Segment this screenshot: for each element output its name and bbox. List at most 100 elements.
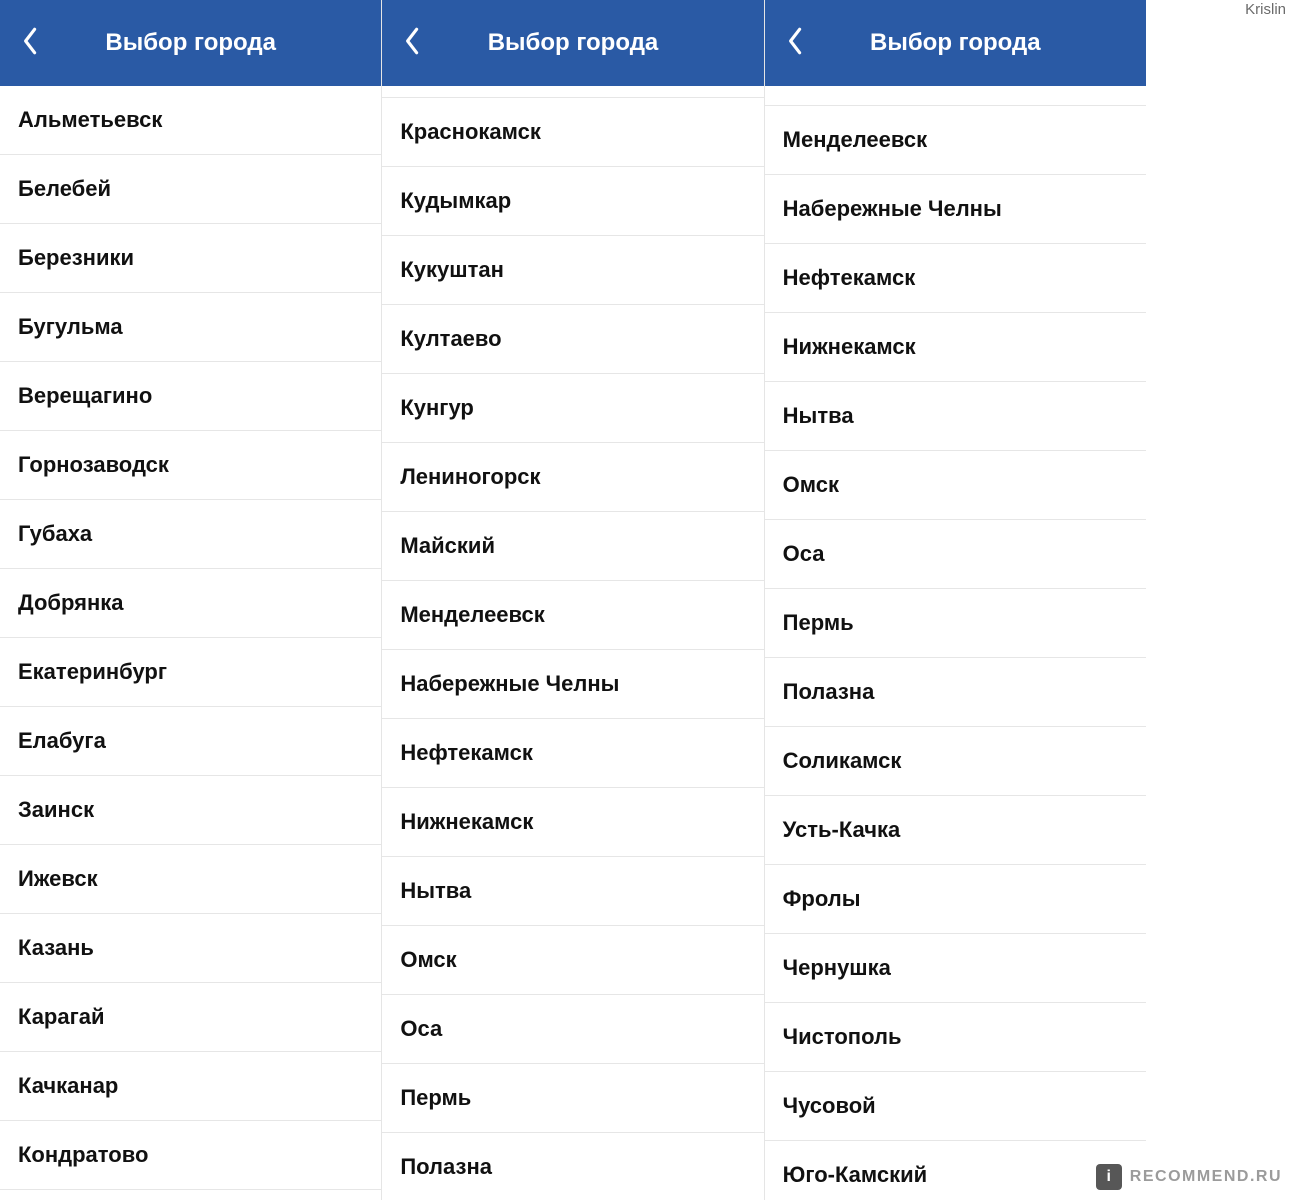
list-item[interactable]: Верещагино	[0, 362, 381, 431]
list-item[interactable]: Елабуга	[0, 707, 381, 776]
city-name: Нефтекамск	[783, 265, 916, 291]
list-item[interactable]: Фролы	[765, 865, 1146, 934]
city-name: Култаево	[400, 326, 501, 352]
watermark-site-text: RECOMMEND.RU	[1130, 1168, 1282, 1186]
city-name: Полазна	[783, 679, 875, 705]
list-item[interactable]: Казань	[0, 914, 381, 983]
list-item[interactable]: Усть-Качка	[765, 796, 1146, 865]
navbar-title: Выбор города	[870, 29, 1041, 57]
back-button[interactable]	[390, 0, 436, 86]
city-name: Нижнекамск	[400, 809, 533, 835]
list-item[interactable]: Оса	[765, 520, 1146, 589]
watermark-user: Krislin	[1245, 1, 1286, 18]
list-item[interactable]: Кунгур	[382, 374, 763, 443]
city-name: Верещагино	[18, 383, 152, 409]
city-name: Горнозаводск	[18, 452, 169, 478]
city-name: Белебей	[18, 176, 111, 202]
city-name: Качканар	[18, 1073, 118, 1099]
list-item[interactable]: Чистополь	[765, 1003, 1146, 1072]
city-name: Ижевск	[18, 866, 98, 892]
list-item-partial[interactable]	[382, 86, 763, 98]
list-item[interactable]: Менделеевск	[382, 581, 763, 650]
city-name: Кудымкар	[400, 188, 511, 214]
list-item[interactable]: Добрянка	[0, 569, 381, 638]
city-name: Оса	[400, 1016, 442, 1042]
city-list[interactable]: Менделеевск Набережные Челны Нефтекамск …	[765, 86, 1146, 1200]
list-item[interactable]: Чусовой	[765, 1072, 1146, 1141]
list-item[interactable]: Култаево	[382, 305, 763, 374]
list-item[interactable]: Лениногорск	[382, 443, 763, 512]
navbar-title: Выбор города	[105, 29, 276, 57]
city-name: Березники	[18, 245, 134, 271]
city-name: Усть-Качка	[783, 817, 901, 843]
city-name: Нефтекамск	[400, 740, 533, 766]
back-button[interactable]	[773, 0, 819, 86]
city-name: Казань	[18, 935, 94, 961]
list-item[interactable]: Губаха	[0, 500, 381, 569]
city-name: Юго-Камский	[783, 1162, 928, 1188]
list-item[interactable]: Качканар	[0, 1052, 381, 1121]
list-item[interactable]: Белебей	[0, 155, 381, 224]
list-item[interactable]: Нефтекамск	[382, 719, 763, 788]
city-name: Чернушка	[783, 955, 891, 981]
list-item[interactable]: Нытва	[382, 857, 763, 926]
list-item[interactable]: Нижнекамск	[765, 313, 1146, 382]
city-name: Бугульма	[18, 314, 123, 340]
list-item[interactable]: Нижнекамск	[382, 788, 763, 857]
city-list[interactable]: Краснокамск Кудымкар Кукуштан Култаево К…	[382, 86, 763, 1200]
list-item[interactable]: Соликамск	[765, 727, 1146, 796]
list-item[interactable]: Кудымкар	[382, 167, 763, 236]
list-item[interactable]: Майский	[382, 512, 763, 581]
list-item[interactable]: Менделеевск	[765, 106, 1146, 175]
city-name: Заинск	[18, 797, 94, 823]
city-name: Омск	[783, 472, 839, 498]
city-name: Кукуштан	[400, 257, 504, 283]
chevron-left-icon	[404, 26, 422, 61]
city-name: Кунгур	[400, 395, 474, 421]
city-name: Полазна	[400, 1154, 492, 1180]
city-name: Менделеевск	[783, 127, 927, 153]
chevron-left-icon	[22, 26, 40, 61]
list-item[interactable]: Чернушка	[765, 934, 1146, 1003]
city-name: Елабуга	[18, 728, 106, 754]
list-item[interactable]: Заинск	[0, 776, 381, 845]
city-name: Нытва	[400, 878, 471, 904]
screen-1: Выбор города Альметьевск Белебей Березни…	[0, 0, 382, 1200]
city-name: Омск	[400, 947, 456, 973]
list-item[interactable]: Пермь	[765, 589, 1146, 658]
city-list[interactable]: Альметьевск Белебей Березники Бугульма В…	[0, 86, 381, 1200]
list-item[interactable]: Омск	[765, 451, 1146, 520]
back-button[interactable]	[8, 0, 54, 86]
list-item[interactable]: Ижевск	[0, 845, 381, 914]
list-item[interactable]: Оса	[382, 995, 763, 1064]
list-item[interactable]: Бугульма	[0, 293, 381, 362]
list-item[interactable]: Набережные Челны	[765, 175, 1146, 244]
city-name: Менделеевск	[400, 602, 544, 628]
city-name: Фролы	[783, 886, 861, 912]
city-name: Оса	[783, 541, 825, 567]
navbar: Выбор города	[0, 0, 381, 86]
city-name: Майский	[400, 533, 495, 559]
list-item[interactable]: Горнозаводск	[0, 431, 381, 500]
list-item[interactable]: Краснокамск	[382, 98, 763, 167]
list-item[interactable]: Екатеринбург	[0, 638, 381, 707]
list-item[interactable]: Пермь	[382, 1064, 763, 1133]
list-item[interactable]: Полазна	[765, 658, 1146, 727]
list-item[interactable]: Нытва	[765, 382, 1146, 451]
screen-2: Выбор города Краснокамск Кудымкар Кукушт…	[382, 0, 764, 1200]
city-name: Пермь	[783, 610, 854, 636]
city-name: Набережные Челны	[783, 196, 1002, 222]
list-item[interactable]: Омск	[382, 926, 763, 995]
list-item[interactable]: Березники	[0, 224, 381, 293]
list-item[interactable]: Полазна	[382, 1133, 763, 1200]
city-name: Добрянка	[18, 590, 124, 616]
list-item[interactable]: Юго-Камский	[765, 1141, 1146, 1200]
list-item[interactable]: Набережные Челны	[382, 650, 763, 719]
list-item[interactable]: Карагай	[0, 983, 381, 1052]
list-item-partial[interactable]	[765, 86, 1146, 106]
screen-3: Выбор города Менделеевск Набережные Челн…	[765, 0, 1146, 1200]
list-item[interactable]: Альметьевск	[0, 86, 381, 155]
list-item[interactable]: Кондратово	[0, 1121, 381, 1190]
list-item[interactable]: Кукуштан	[382, 236, 763, 305]
list-item[interactable]: Нефтекамск	[765, 244, 1146, 313]
